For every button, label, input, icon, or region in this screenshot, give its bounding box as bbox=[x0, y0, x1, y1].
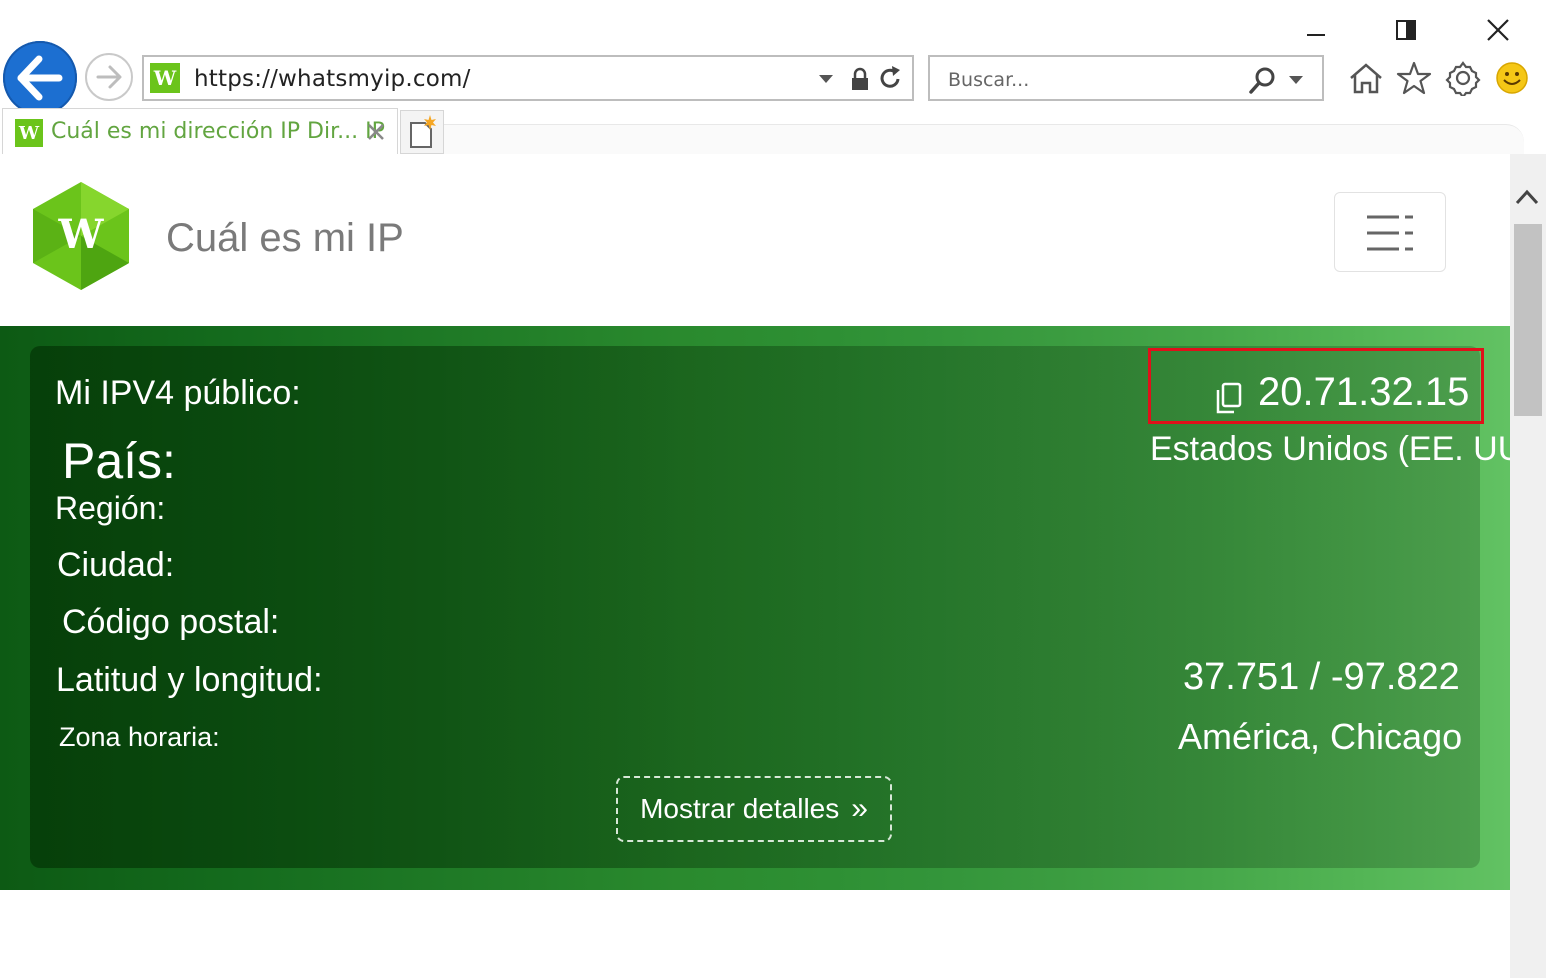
chevron-double-right-icon: » bbox=[851, 792, 868, 825]
label-region: Región: bbox=[55, 490, 166, 526]
settings-button[interactable] bbox=[1443, 58, 1483, 98]
close-icon bbox=[1487, 19, 1509, 41]
hamburger-icon bbox=[1367, 215, 1413, 251]
tab-active[interactable]: W Cuál es mi dirección IP Dir... IP bbox=[2, 108, 398, 154]
close-window-button[interactable] bbox=[1478, 14, 1518, 46]
value-latlon: 37.751 / -97.822 bbox=[1183, 656, 1460, 698]
label-country: País: bbox=[62, 433, 176, 489]
hamburger-menu-button[interactable] bbox=[1334, 192, 1446, 272]
address-bar[interactable]: W https://whatsmyip.com/ bbox=[142, 55, 914, 101]
feedback-button[interactable] bbox=[1492, 58, 1532, 98]
site-favicon: W bbox=[150, 63, 180, 93]
scroll-up-icon[interactable] bbox=[1514, 186, 1540, 208]
show-details-button[interactable]: Mostrar detalles » bbox=[616, 776, 892, 842]
search-icon[interactable] bbox=[1248, 65, 1280, 95]
new-tab-button[interactable] bbox=[400, 110, 444, 154]
web-page: W Cuál es mi IP bbox=[0, 154, 1510, 978]
label-ipv4: Mi IPV4 público: bbox=[55, 374, 301, 412]
minimize-button[interactable] bbox=[1296, 14, 1336, 46]
search-input[interactable] bbox=[946, 65, 1240, 95]
new-tab-icon bbox=[410, 115, 436, 148]
search-box[interactable] bbox=[928, 55, 1324, 101]
maximize-button[interactable] bbox=[1386, 14, 1426, 46]
forward-button[interactable] bbox=[85, 53, 133, 101]
back-button[interactable] bbox=[3, 41, 77, 115]
value-ipv4[interactable]: 20.71.32.15 bbox=[1258, 370, 1469, 415]
tab-close-icon[interactable] bbox=[367, 123, 385, 141]
whatsmyip-logo: W bbox=[33, 182, 129, 290]
value-country: Estados Unidos (EE. UU. bbox=[1150, 430, 1510, 468]
tab-bar bbox=[440, 124, 1524, 155]
star-icon bbox=[1396, 61, 1432, 95]
label-latlon: Latitud y longitud: bbox=[56, 661, 323, 699]
label-city: Ciudad: bbox=[57, 546, 175, 584]
dropdown-arrow-icon[interactable] bbox=[818, 73, 834, 85]
lock-icon[interactable] bbox=[850, 67, 870, 91]
svg-text:W: W bbox=[58, 211, 105, 258]
site-title: Cuál es mi IP bbox=[166, 216, 404, 260]
favorites-button[interactable] bbox=[1394, 58, 1434, 98]
gear-icon bbox=[1445, 61, 1481, 96]
search-dropdown-icon[interactable] bbox=[1288, 74, 1304, 86]
show-details-label: Mostrar detalles bbox=[640, 793, 840, 824]
tab-favicon: W bbox=[15, 119, 43, 147]
value-timezone: América, Chicago bbox=[1178, 716, 1463, 757]
refresh-icon[interactable] bbox=[878, 65, 904, 93]
restore-icon bbox=[1396, 20, 1416, 40]
home-icon bbox=[1350, 63, 1382, 94]
label-postal: Código postal: bbox=[62, 603, 280, 641]
scrollbar-thumb[interactable] bbox=[1514, 224, 1542, 416]
arrow-left-icon bbox=[17, 55, 63, 101]
tab-title: Cuál es mi dirección IP Dir... IP bbox=[51, 119, 385, 144]
home-button[interactable] bbox=[1346, 58, 1386, 98]
arrow-right-icon bbox=[96, 65, 122, 89]
copy-icon[interactable] bbox=[1212, 380, 1248, 416]
minimize-icon bbox=[1307, 34, 1325, 36]
smiley-icon bbox=[1496, 62, 1528, 94]
url-text: https://whatsmyip.com/ bbox=[194, 66, 471, 92]
label-timezone: Zona horaria: bbox=[59, 722, 220, 752]
